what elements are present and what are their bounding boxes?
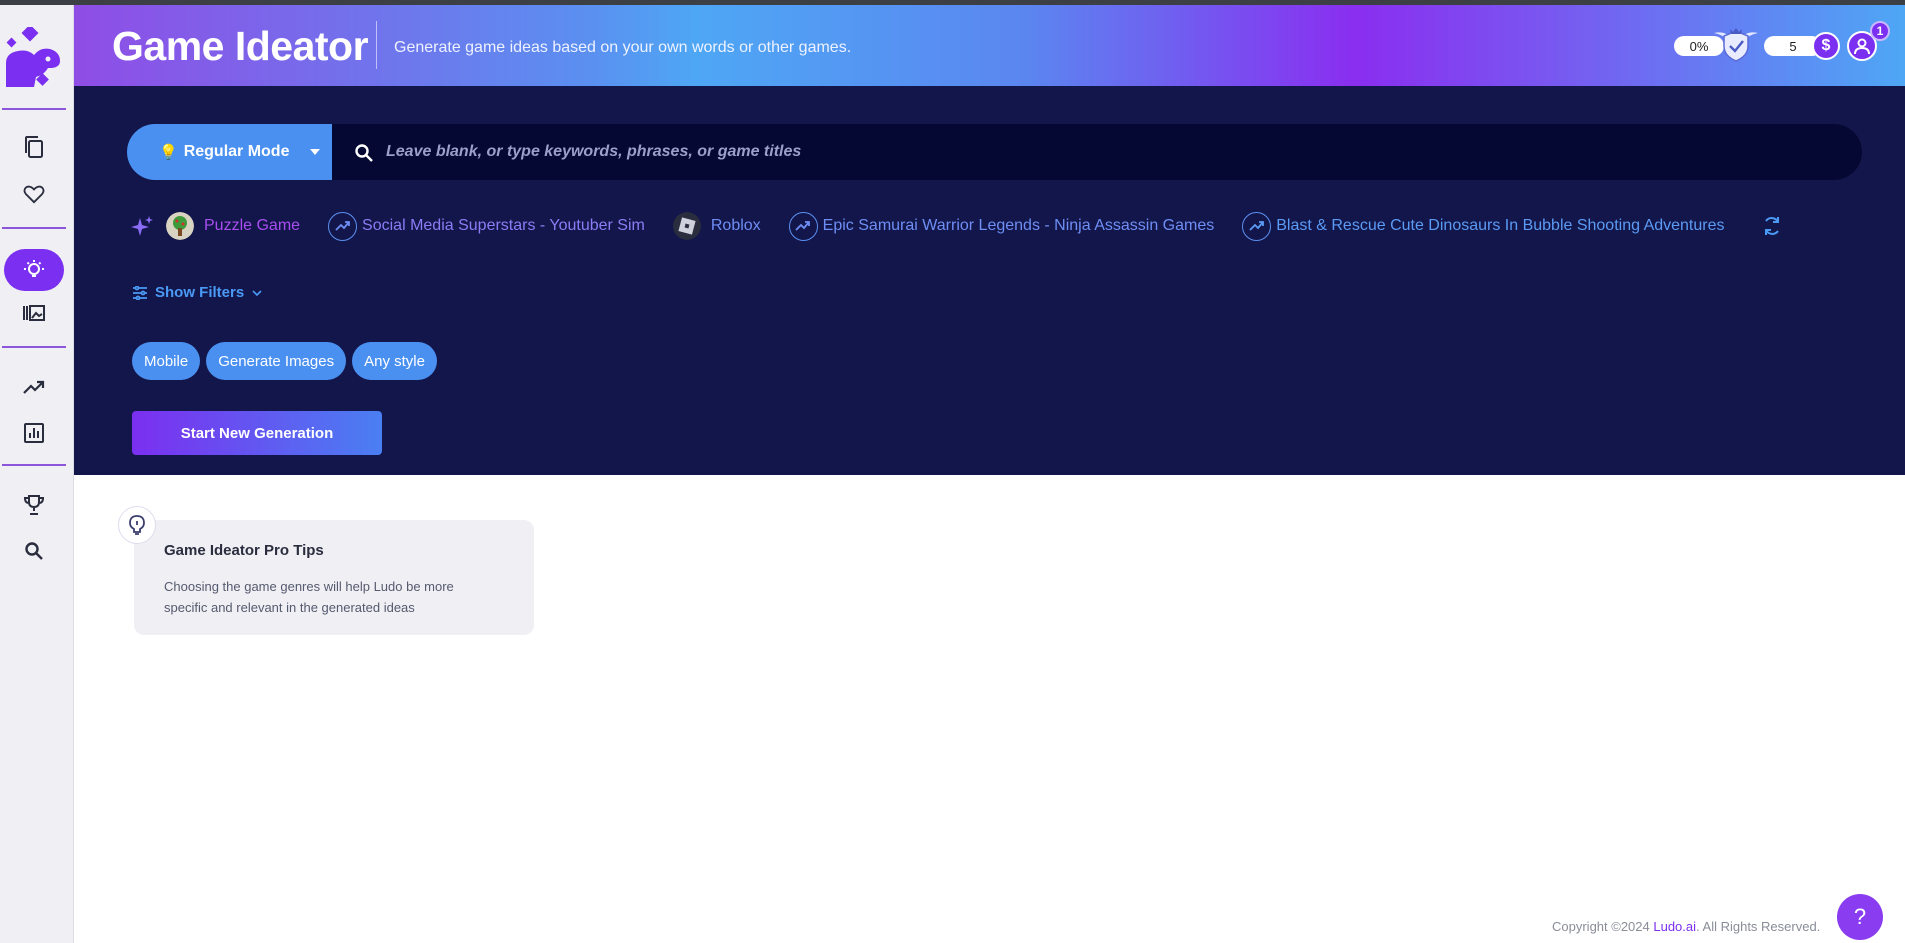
copy-icon <box>25 136 43 158</box>
trending-up-icon <box>328 211 358 241</box>
notification-badge: 1 <box>1870 21 1890 41</box>
show-filters-label: Show Filters <box>155 284 245 301</box>
sliders-icon <box>133 285 147 300</box>
sidebar <box>0 5 74 943</box>
shield-badge-icon[interactable] <box>1712 27 1760 63</box>
user-icon <box>1854 38 1870 55</box>
sidebar-item-library[interactable] <box>18 297 50 329</box>
tip-lightbulb-icon <box>118 506 156 544</box>
heart-icon <box>23 185 45 204</box>
refresh-icon[interactable] <box>1761 215 1783 237</box>
sidebar-divider <box>2 464 66 466</box>
suggestion-chip[interactable]: Epic Samurai Warrior Legends - Ninja Ass… <box>788 211 1215 241</box>
page-title: Game Ideator <box>112 23 369 69</box>
search-input[interactable] <box>386 124 1836 180</box>
mode-dropdown[interactable]: 💡 Regular Mode <box>127 124 332 180</box>
image-library-icon <box>23 305 45 321</box>
roblox-thumbnail-icon <box>672 212 701 240</box>
sparkle-icon[interactable] <box>130 214 154 238</box>
app-header: Game Ideator Generate game ideas based o… <box>74 5 1905 86</box>
show-filters-toggle[interactable]: Show Filters <box>132 284 262 301</box>
copyright-suffix: . All Rights Reserved. <box>1696 919 1821 934</box>
sidebar-item-search[interactable] <box>18 535 50 567</box>
filter-chips: Mobile Generate Images Any style <box>132 342 443 380</box>
ludo-logo-icon[interactable] <box>4 27 62 89</box>
sidebar-item-projects[interactable] <box>18 131 50 163</box>
suggestion-label: Roblox <box>710 217 761 234</box>
suggestion-chip[interactable]: Puzzle Game <box>166 212 300 240</box>
suggestion-label: Social Media Superstars - Youtuber Sim <box>362 217 645 234</box>
suggestion-chip[interactable]: Social Media Superstars - Youtuber Sim <box>328 211 645 241</box>
search-bar <box>332 124 1862 180</box>
pro-tips-title: Game Ideator Pro Tips <box>164 542 324 559</box>
suggestion-chip[interactable]: Blast & Rescue Cute Dinosaurs In Bubble … <box>1242 211 1725 241</box>
pro-tips-card: Game Ideator Pro Tips Choosing the game … <box>134 520 534 635</box>
credits-coin-icon[interactable]: $ <box>1812 32 1840 60</box>
bar-chart-icon <box>24 423 44 443</box>
suggestion-label: Blast & Rescue Cute Dinosaurs In Bubble … <box>1276 217 1725 234</box>
trending-up-icon <box>1242 211 1272 241</box>
generator-panel: 💡 Regular Mode Puzzle Game Social Media … <box>74 86 1905 475</box>
lightbulb-icon <box>24 260 44 277</box>
suggestion-chip[interactable]: Roblox <box>672 212 761 240</box>
lightbulb-icon: 💡 <box>159 144 178 161</box>
filter-chip-generate-images[interactable]: Generate Images <box>206 342 347 380</box>
chevron-down-icon <box>310 149 320 155</box>
chevron-down-icon <box>252 289 262 296</box>
puzzle-game-thumbnail-icon <box>166 212 194 240</box>
sidebar-item-analytics[interactable] <box>18 417 50 449</box>
suggestion-label: Epic Samurai Warrior Legends - Ninja Ass… <box>822 217 1215 234</box>
filter-chip-style[interactable]: Any style <box>352 342 437 380</box>
pro-tips-text: Choosing the game genres will help Ludo … <box>164 579 454 615</box>
footer-copyright: Copyright ©2024 Ludo.ai. All Rights Rese… <box>1552 919 1820 934</box>
search-icon <box>25 542 43 560</box>
suggestions-row: Puzzle Game Social Media Superstars - Yo… <box>130 210 1783 242</box>
sidebar-item-favorites[interactable] <box>18 178 50 210</box>
mode-label: Regular Mode <box>183 143 290 160</box>
trophy-icon <box>23 495 45 515</box>
title-divider <box>376 21 377 69</box>
sidebar-divider <box>2 227 66 229</box>
start-new-generation-button[interactable]: Start New Generation <box>132 411 382 455</box>
brand-link[interactable]: Ludo.ai <box>1653 919 1696 934</box>
trending-up-icon <box>23 380 45 394</box>
suggestion-label: Puzzle Game <box>204 217 301 234</box>
sidebar-divider <box>2 346 66 348</box>
sidebar-item-trends[interactable] <box>18 371 50 403</box>
search-icon <box>355 144 373 162</box>
help-button[interactable]: ? <box>1837 894 1883 940</box>
filter-chip-platform[interactable]: Mobile <box>132 342 201 380</box>
copyright-prefix: Copyright ©2024 <box>1552 919 1654 934</box>
sidebar-item-top-charts[interactable] <box>18 489 50 521</box>
page-subtitle: Generate game ideas based on your own wo… <box>394 39 852 56</box>
sidebar-item-game-ideator[interactable] <box>4 249 64 291</box>
sidebar-divider <box>2 108 66 110</box>
trending-up-icon <box>788 211 818 241</box>
